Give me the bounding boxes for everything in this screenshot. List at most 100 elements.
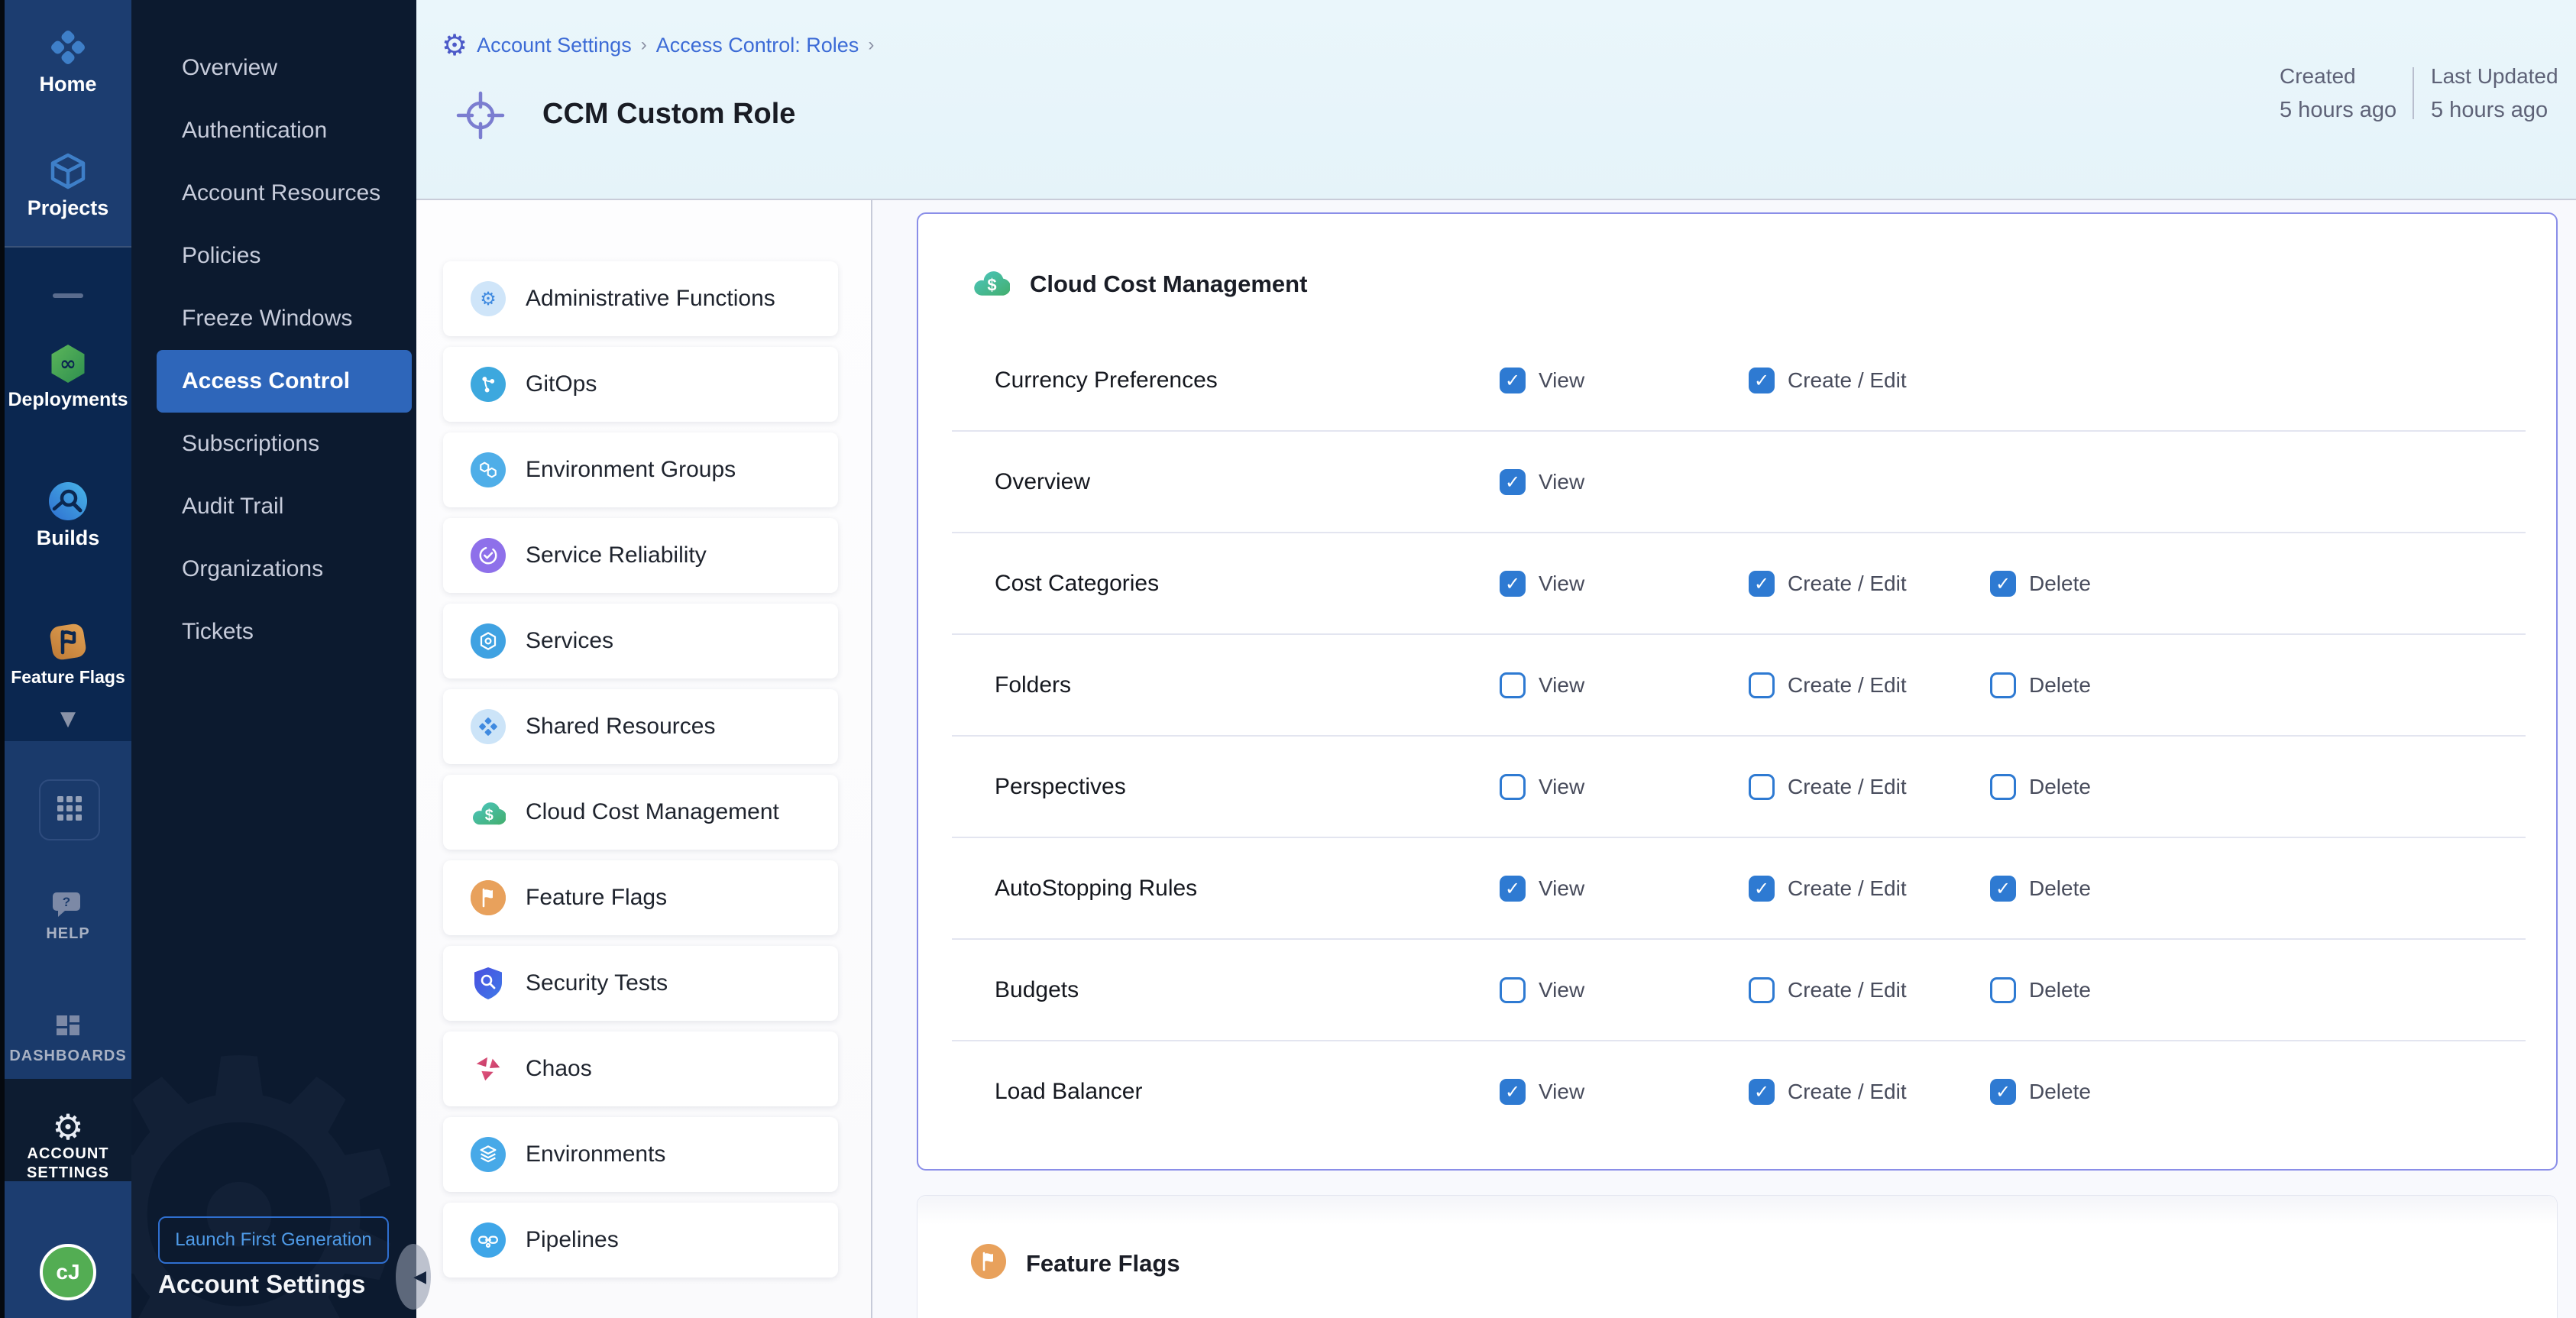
permission-row-label: Folders bbox=[995, 672, 1071, 698]
checkbox-unchecked[interactable] bbox=[1990, 977, 2016, 1003]
rail-item-dashboards[interactable]: DASHBOARDS bbox=[5, 1010, 131, 1065]
ccm-cloud-icon: $ bbox=[972, 263, 1010, 305]
resource-label: Cloud Cost Management bbox=[526, 799, 779, 825]
resource-card-gitops[interactable]: GitOps bbox=[443, 347, 838, 422]
breadcrumb-link-access-control-roles[interactable]: Access Control: Roles bbox=[656, 34, 859, 57]
permission-cell-view: ✓View bbox=[1500, 1079, 1584, 1105]
resource-card-environment-groups[interactable]: Environment Groups bbox=[443, 432, 838, 507]
resource-card-pipelines[interactable]: Pipelines bbox=[443, 1203, 838, 1278]
service-reliability-icon bbox=[471, 538, 506, 573]
checkbox-unchecked[interactable] bbox=[1500, 672, 1526, 698]
breadcrumb-separator: › bbox=[641, 34, 647, 56]
rail-item-home[interactable]: Home bbox=[5, 26, 131, 96]
rail-item-label: DASHBOARDS bbox=[5, 1048, 131, 1065]
resource-card-environments[interactable]: Environments bbox=[443, 1117, 838, 1192]
checkbox-unchecked[interactable] bbox=[1749, 977, 1775, 1003]
resource-label: Administrative Functions bbox=[526, 286, 775, 312]
permission-row-label: Budgets bbox=[995, 977, 1079, 1003]
sidebar-collapse-button[interactable]: ◀ bbox=[396, 1244, 431, 1310]
rail-item-projects[interactable]: Projects bbox=[5, 150, 131, 220]
resource-card-cloud-cost-management[interactable]: $ Cloud Cost Management bbox=[443, 775, 838, 850]
chevron-down-icon[interactable]: ▼ bbox=[5, 708, 131, 730]
checkbox-checked[interactable]: ✓ bbox=[1749, 876, 1775, 902]
avatar[interactable]: cJ bbox=[40, 1244, 96, 1300]
resource-card-feature-flags[interactable]: Feature Flags bbox=[443, 860, 838, 935]
rail-item-deployments[interactable]: ∞ Deployments bbox=[5, 342, 131, 411]
breadcrumb-link-account-settings[interactable]: Account Settings bbox=[477, 34, 632, 57]
checkbox-checked[interactable]: ✓ bbox=[1500, 876, 1526, 902]
permission-row-label: Cost Categories bbox=[995, 571, 1159, 597]
sidebar-item-tickets[interactable]: Tickets bbox=[131, 601, 416, 663]
checkbox-label: Delete bbox=[2029, 673, 2091, 698]
checkbox-label: Delete bbox=[2029, 978, 2091, 1002]
rail-item-feature-flags[interactable]: Feature Flags bbox=[5, 620, 131, 688]
sidebar-item-policies[interactable]: Policies bbox=[131, 225, 416, 287]
launch-first-generation-button[interactable]: Launch First Generation bbox=[158, 1216, 389, 1264]
sidebar-item-audit-trail[interactable]: Audit Trail bbox=[131, 475, 416, 538]
sidebar-item-subscriptions[interactable]: Subscriptions bbox=[131, 413, 416, 475]
rail-item-help[interactable]: ? HELP bbox=[5, 889, 131, 943]
checkbox-checked[interactable]: ✓ bbox=[1990, 876, 2016, 902]
services-icon bbox=[471, 623, 506, 659]
checkbox-label: Create / Edit bbox=[1788, 572, 1907, 596]
permission-cell-delete: Delete bbox=[1990, 672, 2091, 698]
sidebar-item-freeze-windows[interactable]: Freeze Windows bbox=[131, 287, 416, 350]
sidebar-menu: OverviewAuthenticationAccount ResourcesP… bbox=[131, 37, 416, 663]
rail-divider bbox=[53, 293, 83, 298]
rail-item-account-settings[interactable]: ⚙ ACCOUNT SETTINGS bbox=[5, 1109, 131, 1183]
permission-cell-view: ✓View bbox=[1500, 876, 1584, 902]
checkbox-checked[interactable]: ✓ bbox=[1990, 571, 2016, 597]
ccm-cloud-icon: $ bbox=[471, 795, 506, 830]
checkbox-unchecked[interactable] bbox=[1990, 774, 2016, 800]
resource-card-administrative-functions[interactable]: ⚙Administrative Functions bbox=[443, 261, 838, 336]
checkbox-unchecked[interactable] bbox=[1500, 977, 1526, 1003]
resource-label: Service Reliability bbox=[526, 542, 707, 568]
checkbox-checked[interactable]: ✓ bbox=[1749, 1079, 1775, 1105]
checkbox-checked[interactable]: ✓ bbox=[1749, 368, 1775, 393]
checkbox-unchecked[interactable] bbox=[1749, 774, 1775, 800]
permission-cell-delete: ✓Delete bbox=[1990, 1079, 2091, 1105]
checkbox-checked[interactable]: ✓ bbox=[1990, 1079, 2016, 1105]
checkbox-label: Create / Edit bbox=[1788, 1080, 1907, 1104]
checkbox-label: View bbox=[1539, 572, 1584, 596]
rail-item-label: Feature Flags bbox=[5, 667, 131, 688]
resource-list: ⚙Administrative Functions GitOps Environme… bbox=[443, 261, 838, 1288]
sidebar-item-overview[interactable]: Overview bbox=[131, 37, 416, 99]
permission-row-label: Currency Preferences bbox=[995, 368, 1218, 393]
permission-cell-create-edit: Create / Edit bbox=[1749, 672, 1907, 698]
checkbox-checked[interactable]: ✓ bbox=[1749, 571, 1775, 597]
role-target-icon bbox=[455, 90, 506, 144]
checkbox-label: View bbox=[1539, 775, 1584, 799]
checkbox-label: Delete bbox=[2029, 876, 2091, 901]
resource-card-services[interactable]: Services bbox=[443, 604, 838, 678]
resource-card-shared-resources[interactable]: Shared Resources bbox=[443, 689, 838, 764]
checkbox-unchecked[interactable] bbox=[1990, 672, 2016, 698]
resource-label: Chaos bbox=[526, 1056, 592, 1082]
checkbox-label: View bbox=[1539, 470, 1584, 494]
permission-cell-create-edit: Create / Edit bbox=[1749, 977, 1907, 1003]
sidebar-item-account-resources[interactable]: Account Resources bbox=[131, 162, 416, 225]
sidebar-heading: Account Settings bbox=[158, 1270, 365, 1299]
rail-item-label: Deployments bbox=[5, 389, 131, 411]
sidebar-item-authentication[interactable]: Authentication bbox=[131, 99, 416, 162]
checkbox-unchecked[interactable] bbox=[1500, 774, 1526, 800]
rail-item-builds[interactable]: Builds bbox=[5, 480, 131, 550]
sidebar-item-access-control[interactable]: Access Control bbox=[157, 350, 412, 413]
permission-row-perspectives: PerspectivesViewCreate / EditDelete bbox=[952, 737, 2526, 838]
checkbox-checked[interactable]: ✓ bbox=[1500, 368, 1526, 393]
resource-card-security-tests[interactable]: Security Tests bbox=[443, 946, 838, 1021]
checkbox-checked[interactable]: ✓ bbox=[1500, 571, 1526, 597]
checkbox-unchecked[interactable] bbox=[1749, 672, 1775, 698]
sidebar-item-organizations[interactable]: Organizations bbox=[131, 538, 416, 601]
rail-item-label: Home bbox=[5, 73, 131, 96]
module-grid-button[interactable] bbox=[39, 779, 100, 840]
dashboards-icon bbox=[51, 1010, 85, 1048]
checkbox-checked[interactable]: ✓ bbox=[1500, 469, 1526, 495]
breadcrumb: ⚙ Account Settings › Access Control: Rol… bbox=[442, 31, 874, 60]
resource-card-service-reliability[interactable]: Service Reliability bbox=[443, 518, 838, 593]
resource-card-chaos[interactable]: Chaos bbox=[443, 1031, 838, 1106]
feature-flags-header: Feature Flags bbox=[971, 1244, 1180, 1283]
permission-row-label: Overview bbox=[995, 469, 1090, 495]
panel-header: $ Cloud Cost Management bbox=[972, 263, 1307, 305]
checkbox-checked[interactable]: ✓ bbox=[1500, 1079, 1526, 1105]
